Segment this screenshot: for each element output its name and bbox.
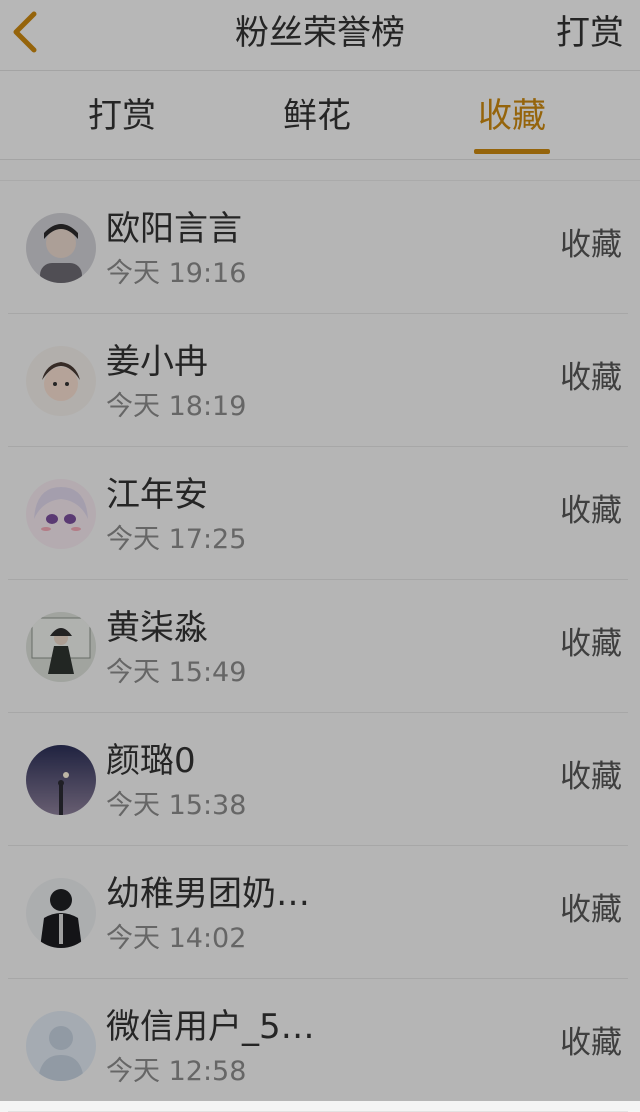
list-item[interactable]: 幼稚男团奶… 今天 14:02 收藏 [8,846,628,979]
timestamp: 今天 12:58 [106,1056,247,1087]
user-name: 微信用户_5… [106,1007,315,1047]
user-name: 江年安 [106,475,208,515]
action-type: 收藏 [560,626,622,662]
user-name: 欧阳言言 [106,209,242,249]
tab-bar: 打赏 鲜花 收藏 [0,71,640,160]
reward-button[interactable]: 打赏 [556,12,624,54]
list-item[interactable]: 姜小冉 今天 18:19 收藏 [8,314,628,447]
user-photo-avatar[interactable] [26,213,96,283]
list-item[interactable]: 欧阳言言 今天 19:16 收藏 [8,181,628,314]
timestamp: 今天 15:49 [106,657,247,688]
list-item[interactable]: 微信用户_5… 今天 12:58 收藏 [8,979,628,1112]
timestamp: 今天 14:02 [106,923,247,954]
user-name: 幼稚男团奶… [106,874,310,914]
active-tab-indicator [474,149,550,154]
timestamp: 今天 19:16 [106,258,247,289]
action-type: 收藏 [560,759,622,795]
user-name: 姜小冉 [106,342,208,382]
default-user-avatar[interactable] [26,1011,96,1081]
timestamp: 今天 17:25 [106,524,247,555]
page-title: 粉丝荣誉榜 [235,13,405,53]
list-item[interactable]: 黄柒淼 今天 15:49 收藏 [8,580,628,713]
timestamp: 今天 18:19 [106,391,247,422]
action-type: 收藏 [560,360,622,396]
user-photo-avatar[interactable] [26,346,96,416]
list-item[interactable]: 江年安 今天 17:25 收藏 [8,447,628,580]
anime-avatar[interactable] [26,479,96,549]
action-type: 收藏 [560,227,622,263]
user-photo-avatar[interactable] [26,612,96,682]
app-header: 粉丝荣誉榜 打赏 [0,0,640,71]
user-name: 颜璐0 [106,741,196,781]
tab-favorites[interactable]: 收藏 [452,95,572,137]
night-sky-avatar[interactable] [26,745,96,815]
action-type: 收藏 [560,493,622,529]
fan-list: 欧阳言言 今天 19:16 收藏 姜小冉 今天 18:19 收藏 江年安 今天 … [0,180,640,1112]
user-photo-avatar[interactable] [26,878,96,948]
list-item[interactable]: 颜璐0 今天 15:38 收藏 [8,713,628,846]
action-type: 收藏 [560,1025,622,1061]
tab-flowers[interactable]: 鲜花 [257,95,377,137]
tab-reward[interactable]: 打赏 [62,95,182,137]
action-type: 收藏 [560,892,622,928]
timestamp: 今天 15:38 [106,790,247,821]
user-name: 黄柒淼 [106,608,208,648]
